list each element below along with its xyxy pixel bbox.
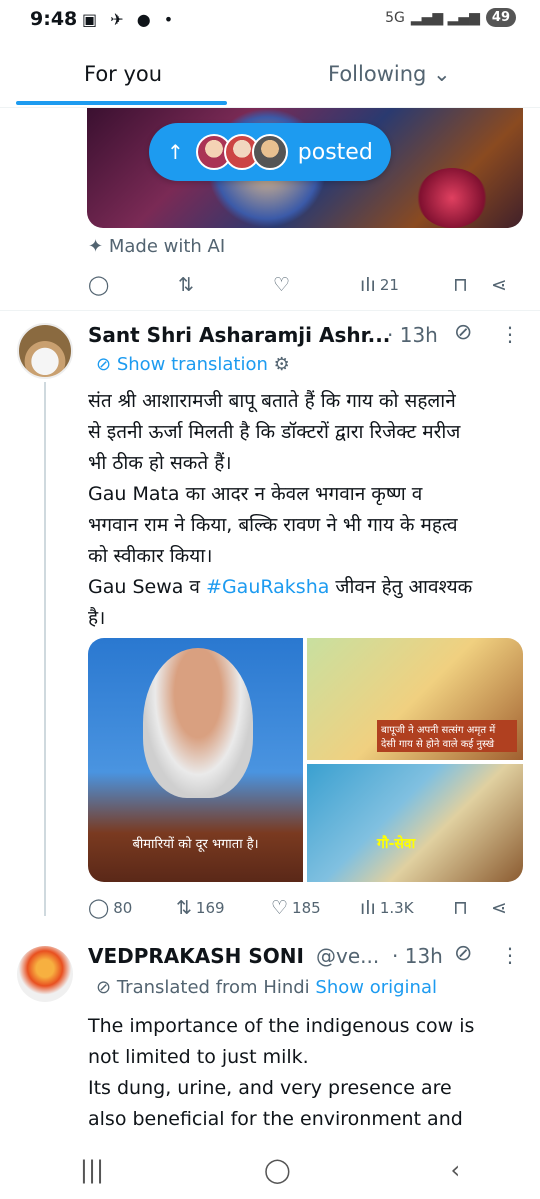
- show-translation-row[interactable]: ⊘ Show translation ⚙: [96, 354, 290, 375]
- status-bar: 9:48 ▣ ✈ ● • 5G ▂▄▆ ▂▄▆ 49: [0, 0, 540, 40]
- heart-icon: ♡: [273, 274, 291, 296]
- bookmark-icon: ⊓: [453, 274, 468, 296]
- bookmark-icon: ⊓: [453, 897, 468, 919]
- views-button[interactable]: ılı 1.3K: [360, 897, 414, 919]
- views-button[interactable]: ılı 21: [360, 274, 399, 296]
- gear-icon[interactable]: ⚙: [274, 354, 290, 375]
- new-posts-pill[interactable]: ↑ posted: [149, 123, 391, 181]
- chevron-down-icon: ⌄: [433, 62, 451, 86]
- more-icon[interactable]: ⋮: [500, 322, 521, 346]
- show-original-link[interactable]: Show original: [315, 977, 437, 998]
- post-media-grid: बीमारियों को दूर भगाता है। बापूजी ने अपन…: [88, 638, 523, 882]
- posted-label: posted: [297, 139, 373, 165]
- system-nav-bar: ||| ◯ ‹: [0, 1140, 540, 1199]
- tab-for-you[interactable]: For you: [84, 62, 162, 86]
- made-with-ai-label: ✦ Made with AI: [88, 236, 226, 257]
- share-button[interactable]: ⋖: [491, 897, 507, 919]
- media-image[interactable]: गौ-सेवा: [307, 764, 523, 882]
- author-name[interactable]: Sant Shri Asharamji Ashr...: [88, 323, 390, 347]
- globe-icon: ⊘: [96, 977, 112, 998]
- tab-following[interactable]: Following ⌄: [328, 62, 451, 86]
- repost-button[interactable]: ⇅ 169: [176, 897, 225, 919]
- post-time[interactable]: · 13h: [392, 944, 443, 968]
- hashtag-link[interactable]: #GauRaksha: [206, 576, 329, 598]
- translated-row: ⊘ Translated from Hindi Show original: [96, 977, 437, 998]
- notification-icons: ▣ ✈ ● •: [82, 10, 178, 29]
- avatar[interactable]: [17, 946, 73, 1002]
- signal-icon: ▂▄▆ ▂▄▆: [410, 9, 480, 26]
- back-button[interactable]: ‹: [451, 1156, 461, 1184]
- more-icon[interactable]: ⋮: [500, 943, 521, 967]
- thread-line: [44, 382, 46, 916]
- author-name[interactable]: VEDPRAKASH SONI: [88, 944, 304, 968]
- reply-body: The importance of the indigenous cow is …: [88, 1015, 475, 1130]
- repost-icon: ⇅: [178, 274, 194, 296]
- clock: 9:48: [30, 8, 78, 30]
- arrow-up-icon: ↑: [167, 140, 184, 164]
- grok-icon[interactable]: ⊘: [454, 320, 472, 345]
- heart-icon: ♡: [271, 897, 289, 919]
- translated-label: Translated from Hindi: [116, 977, 310, 998]
- active-tab-indicator: [16, 101, 227, 105]
- post-body: संत श्री आशारामजी बापू बताते हैं कि गाय …: [88, 390, 473, 629]
- share-icon: ⋖: [491, 897, 507, 919]
- views-icon: ılı: [360, 897, 376, 919]
- home-button[interactable]: ◯: [264, 1156, 291, 1184]
- reply-icon: ◯: [88, 274, 110, 296]
- battery-icon: 49: [485, 8, 516, 27]
- bookmark-button[interactable]: ⊓: [453, 897, 468, 919]
- network-label: 5G: [385, 9, 405, 26]
- share-button[interactable]: ⋖: [491, 274, 507, 296]
- reply-button[interactable]: ◯ 80: [88, 897, 132, 919]
- avatar[interactable]: [17, 323, 73, 379]
- reply-icon: ◯: [88, 897, 110, 919]
- bookmark-button[interactable]: ⊓: [453, 274, 468, 296]
- post-time[interactable]: · 13h: [387, 323, 438, 347]
- media-image[interactable]: बापूजी ने अपनी सत्संग अमृत में देसी गाय …: [307, 638, 523, 760]
- timeline-tabs: For you Following ⌄: [0, 48, 540, 108]
- sparkle-icon: ✦: [88, 236, 104, 257]
- repost-icon: ⇅: [176, 897, 192, 919]
- globe-icon: ⊘: [96, 354, 112, 375]
- divider: [0, 310, 540, 311]
- media-caption: बापूजी ने अपनी सत्संग अमृत में देसी गाय …: [377, 720, 517, 752]
- like-button[interactable]: ♡ 185: [271, 897, 321, 919]
- media-caption: बीमारियों को दूर भगाता है।: [132, 837, 259, 852]
- recents-button[interactable]: |||: [80, 1156, 104, 1184]
- like-button[interactable]: ♡: [273, 274, 290, 296]
- show-translation-link[interactable]: Show translation: [117, 354, 268, 375]
- author-handle[interactable]: @ve...: [316, 944, 379, 968]
- status-right: 5G ▂▄▆ ▂▄▆ 49: [385, 8, 516, 27]
- avatar: [251, 134, 288, 170]
- tab-following-label: Following: [328, 62, 427, 86]
- share-icon: ⋖: [491, 274, 507, 296]
- post-actions: ◯ 80 ⇅ 169 ♡ 185 ılı 1.3K ⊓ ⋖: [88, 893, 518, 923]
- media-caption: गौ-सेवा: [377, 836, 416, 852]
- grok-icon[interactable]: ⊘: [454, 941, 472, 966]
- repost-button[interactable]: ⇅: [178, 274, 194, 296]
- post-actions: ◯ ⇅ ♡ ılı 21 ⊓ ⋖: [88, 270, 518, 300]
- media-image[interactable]: बीमारियों को दूर भगाता है।: [88, 638, 303, 882]
- views-icon: ılı: [360, 274, 376, 296]
- reply-button[interactable]: ◯: [88, 274, 109, 296]
